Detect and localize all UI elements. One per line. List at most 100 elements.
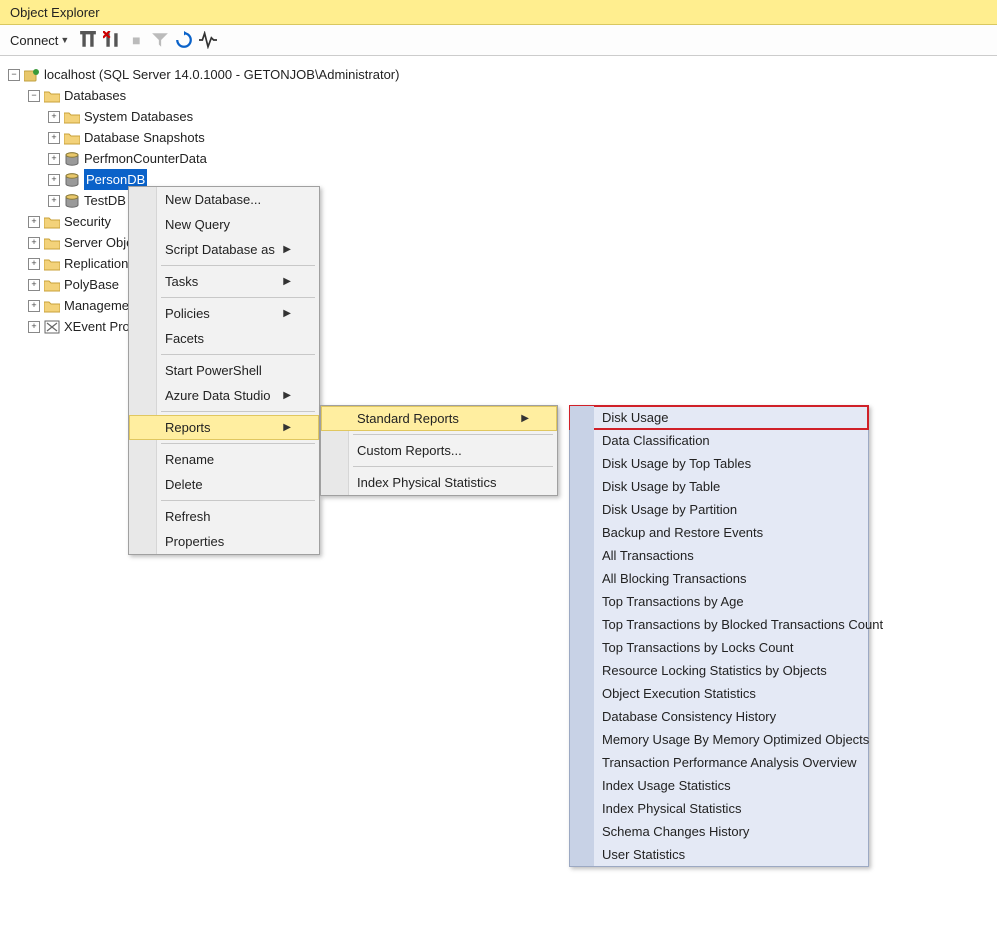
tree-label: Replication [64, 253, 128, 274]
report-disk-usage[interactable]: Disk Usage [570, 406, 868, 429]
report-user-statistics[interactable]: User Statistics [570, 843, 868, 866]
tree-node-server[interactable]: − localhost (SQL Server 14.0.1000 - GETO… [8, 64, 993, 85]
expand-icon[interactable]: + [28, 300, 40, 312]
menu-properties[interactable]: Properties [129, 529, 319, 554]
folder-icon [64, 110, 80, 124]
report-top-tx-blocked[interactable]: Top Transactions by Blocked Transactions… [570, 613, 868, 636]
reports-submenu: Standard Reports▶ Custom Reports... Inde… [320, 405, 558, 496]
menu-custom-reports[interactable]: Custom Reports... [321, 438, 557, 463]
connect-label: Connect [10, 33, 58, 48]
menu-reports[interactable]: Reports▶ [129, 415, 319, 440]
refresh-icon[interactable] [175, 31, 193, 49]
expand-icon[interactable]: + [48, 111, 60, 123]
menu-azure-data-studio[interactable]: Azure Data Studio▶ [129, 383, 319, 408]
report-top-tx-age[interactable]: Top Transactions by Age [570, 590, 868, 613]
report-top-tx-locks[interactable]: Top Transactions by Locks Count [570, 636, 868, 659]
report-data-classification[interactable]: Data Classification [570, 429, 868, 452]
filter-icon[interactable] [151, 31, 169, 49]
menu-separator [161, 411, 315, 412]
menu-index-physical-stats[interactable]: Index Physical Statistics [321, 470, 557, 495]
menu-new-query[interactable]: New Query [129, 212, 319, 237]
connect-button[interactable]: Connect ▼ [6, 31, 73, 50]
database-icon [64, 194, 80, 208]
menu-script-database[interactable]: Script Database as▶ [129, 237, 319, 262]
folder-icon [44, 215, 60, 229]
submenu-arrow-icon: ▶ [283, 308, 291, 319]
submenu-arrow-icon: ▶ [283, 390, 291, 401]
menu-tasks[interactable]: Tasks▶ [129, 269, 319, 294]
dropdown-caret-icon: ▼ [60, 35, 69, 45]
collapse-icon[interactable]: − [28, 90, 40, 102]
menu-separator [161, 354, 315, 355]
expand-icon[interactable]: + [28, 279, 40, 291]
menu-delete[interactable]: Delete [129, 472, 319, 497]
tree-label: System Databases [84, 106, 193, 127]
submenu-arrow-icon: ▶ [283, 422, 291, 433]
folder-icon [64, 131, 80, 145]
submenu-arrow-icon: ▶ [283, 276, 291, 287]
menu-standard-reports[interactable]: Standard Reports▶ [321, 406, 557, 431]
menu-gutter [570, 406, 594, 866]
tree-node-databases[interactable]: − Databases [28, 85, 993, 106]
connect-icon[interactable] [79, 31, 97, 49]
report-disk-usage-table[interactable]: Disk Usage by Table [570, 475, 868, 498]
report-disk-usage-partition[interactable]: Disk Usage by Partition [570, 498, 868, 521]
expand-icon[interactable]: + [28, 216, 40, 228]
report-all-blocking-tx[interactable]: All Blocking Transactions [570, 567, 868, 590]
tree-label: Databases [64, 85, 126, 106]
menu-separator [161, 500, 315, 501]
submenu-arrow-icon: ▶ [521, 413, 529, 424]
tree-label: TestDB [84, 190, 126, 211]
expand-icon[interactable]: + [28, 237, 40, 249]
report-all-transactions[interactable]: All Transactions [570, 544, 868, 567]
expand-icon[interactable]: + [48, 132, 60, 144]
standard-reports-submenu: Disk Usage Data Classification Disk Usag… [569, 405, 869, 867]
toolbar: Connect ▼ ■ [0, 25, 997, 56]
report-backup-restore[interactable]: Backup and Restore Events [570, 521, 868, 544]
expand-icon[interactable]: + [48, 174, 60, 186]
disconnect-icon[interactable] [103, 31, 121, 49]
folder-icon [44, 89, 60, 103]
tree-label: PolyBase [64, 274, 119, 295]
server-icon [24, 68, 40, 82]
report-disk-usage-top-tables[interactable]: Disk Usage by Top Tables [570, 452, 868, 475]
menu-separator [161, 443, 315, 444]
menu-separator [353, 434, 553, 435]
report-resource-locking[interactable]: Resource Locking Statistics by Objects [570, 659, 868, 682]
folder-icon [44, 257, 60, 271]
expand-icon[interactable]: + [48, 195, 60, 207]
expand-icon[interactable]: + [28, 321, 40, 333]
menu-policies[interactable]: Policies▶ [129, 301, 319, 326]
tree-node-system-databases[interactable]: + System Databases [48, 106, 993, 127]
menu-start-powershell[interactable]: Start PowerShell [129, 358, 319, 383]
tree-label: PerfmonCounterData [84, 148, 207, 169]
report-index-physical[interactable]: Index Physical Statistics [570, 797, 868, 820]
stop-icon[interactable]: ■ [127, 31, 145, 49]
tree-node-db-perfmon[interactable]: + PerfmonCounterData [48, 148, 993, 169]
menu-separator [353, 466, 553, 467]
menu-rename[interactable]: Rename [129, 447, 319, 472]
tree-node-snapshots[interactable]: + Database Snapshots [48, 127, 993, 148]
xevent-icon [44, 320, 60, 334]
report-tx-performance[interactable]: Transaction Performance Analysis Overvie… [570, 751, 868, 774]
activity-icon[interactable] [199, 31, 217, 49]
tree-label: Database Snapshots [84, 127, 205, 148]
menu-facets[interactable]: Facets [129, 326, 319, 351]
report-object-execution[interactable]: Object Execution Statistics [570, 682, 868, 705]
report-memory-optimized[interactable]: Memory Usage By Memory Optimized Objects [570, 728, 868, 751]
database-icon [64, 152, 80, 166]
expand-icon[interactable]: + [48, 153, 60, 165]
menu-refresh[interactable]: Refresh [129, 504, 319, 529]
report-schema-changes[interactable]: Schema Changes History [570, 820, 868, 843]
folder-icon [44, 236, 60, 250]
database-icon [64, 173, 80, 187]
report-index-usage[interactable]: Index Usage Statistics [570, 774, 868, 797]
panel-title: Object Explorer [0, 0, 997, 25]
report-db-consistency[interactable]: Database Consistency History [570, 705, 868, 728]
submenu-arrow-icon: ▶ [283, 244, 291, 255]
expand-icon[interactable]: + [28, 258, 40, 270]
collapse-icon[interactable]: − [8, 69, 20, 81]
menu-separator [161, 297, 315, 298]
folder-icon [44, 278, 60, 292]
menu-new-database[interactable]: New Database... [129, 187, 319, 212]
